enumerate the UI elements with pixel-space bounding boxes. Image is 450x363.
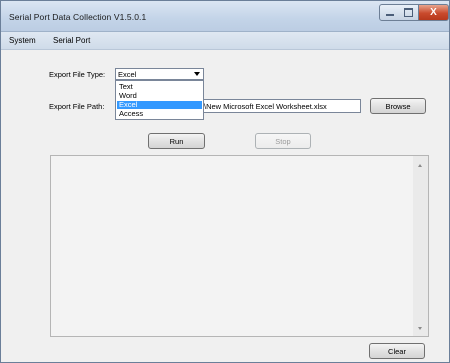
export-path-label: Export File Path: — [49, 102, 105, 111]
dropdown-option-text[interactable]: Text — [117, 83, 202, 91]
scroll-down-icon[interactable] — [418, 327, 422, 330]
close-button[interactable]: X — [418, 4, 449, 21]
dropdown-option-access[interactable]: Access — [117, 110, 202, 118]
dropdown-option-word[interactable]: Word — [117, 92, 202, 100]
minimize-icon — [385, 14, 394, 16]
menu-serial-port[interactable]: Serial Port — [53, 36, 90, 45]
vertical-scrollbar[interactable] — [413, 156, 428, 336]
title-bar: Serial Port Data Collection V1.5.0.1 X — [1, 1, 449, 32]
minimize-button[interactable] — [379, 4, 400, 21]
browse-button[interactable]: Browse — [370, 98, 426, 114]
chevron-down-icon[interactable] — [194, 72, 200, 76]
app-window: Serial Port Data Collection V1.5.0.1 X S… — [0, 0, 450, 363]
clear-button[interactable]: Clear — [369, 343, 425, 359]
window-title: Serial Port Data Collection V1.5.0.1 — [9, 12, 147, 22]
scroll-up-icon[interactable] — [418, 164, 422, 167]
export-type-label: Export File Type: — [49, 70, 106, 79]
export-type-value: Excel — [118, 70, 137, 79]
menu-bar: System Serial Port — [1, 32, 449, 50]
maximize-button[interactable] — [399, 4, 419, 21]
dropdown-option-excel[interactable]: Excel — [117, 101, 202, 109]
menu-system[interactable]: System — [9, 36, 36, 45]
maximize-icon — [404, 8, 413, 17]
close-icon: X — [430, 7, 437, 18]
export-path-value: \New Microsoft Excel Worksheet.xlsx — [204, 102, 327, 111]
export-type-select[interactable]: Excel — [115, 68, 204, 80]
export-type-dropdown-list[interactable]: Text Word Excel Access — [115, 80, 204, 120]
log-output-area[interactable] — [50, 155, 429, 337]
run-button[interactable]: Run — [148, 133, 205, 149]
stop-button: Stop — [255, 133, 311, 149]
